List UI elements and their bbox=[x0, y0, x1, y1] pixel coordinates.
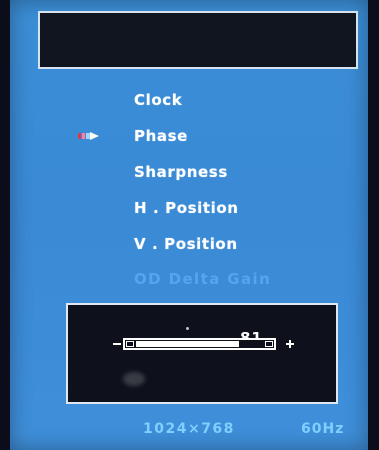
osd-panel: Clock Phase Sharpness H . Position V . P… bbox=[10, 0, 368, 450]
refresh-rate-status: 60Hz bbox=[301, 421, 345, 437]
menu-item-phase[interactable]: Phase bbox=[134, 127, 188, 145]
slider-right-cap bbox=[265, 341, 273, 347]
arrow-right-icon bbox=[78, 132, 99, 140]
adjustment-panel: 81 bbox=[66, 303, 338, 404]
menu-item-clock[interactable]: Clock bbox=[134, 91, 182, 109]
slider-fill bbox=[136, 341, 239, 347]
screen-speck bbox=[186, 327, 189, 330]
screen-glare bbox=[123, 372, 145, 386]
menu-item-sharpness[interactable]: Sharpness bbox=[134, 163, 228, 181]
phase-slider[interactable] bbox=[123, 338, 276, 350]
menu-item-od-delta-gain: OD Delta Gain bbox=[134, 270, 272, 288]
resolution-status: 1024×768 bbox=[143, 421, 235, 437]
monitor-screen: Clock Phase Sharpness H . Position V . P… bbox=[0, 0, 379, 450]
minus-icon[interactable] bbox=[113, 343, 121, 345]
menu-item-h-position[interactable]: H . Position bbox=[134, 199, 239, 217]
menu-item-v-position[interactable]: V . Position bbox=[134, 235, 238, 253]
slider-left-cap bbox=[126, 341, 134, 347]
plus-icon[interactable] bbox=[285, 339, 295, 349]
